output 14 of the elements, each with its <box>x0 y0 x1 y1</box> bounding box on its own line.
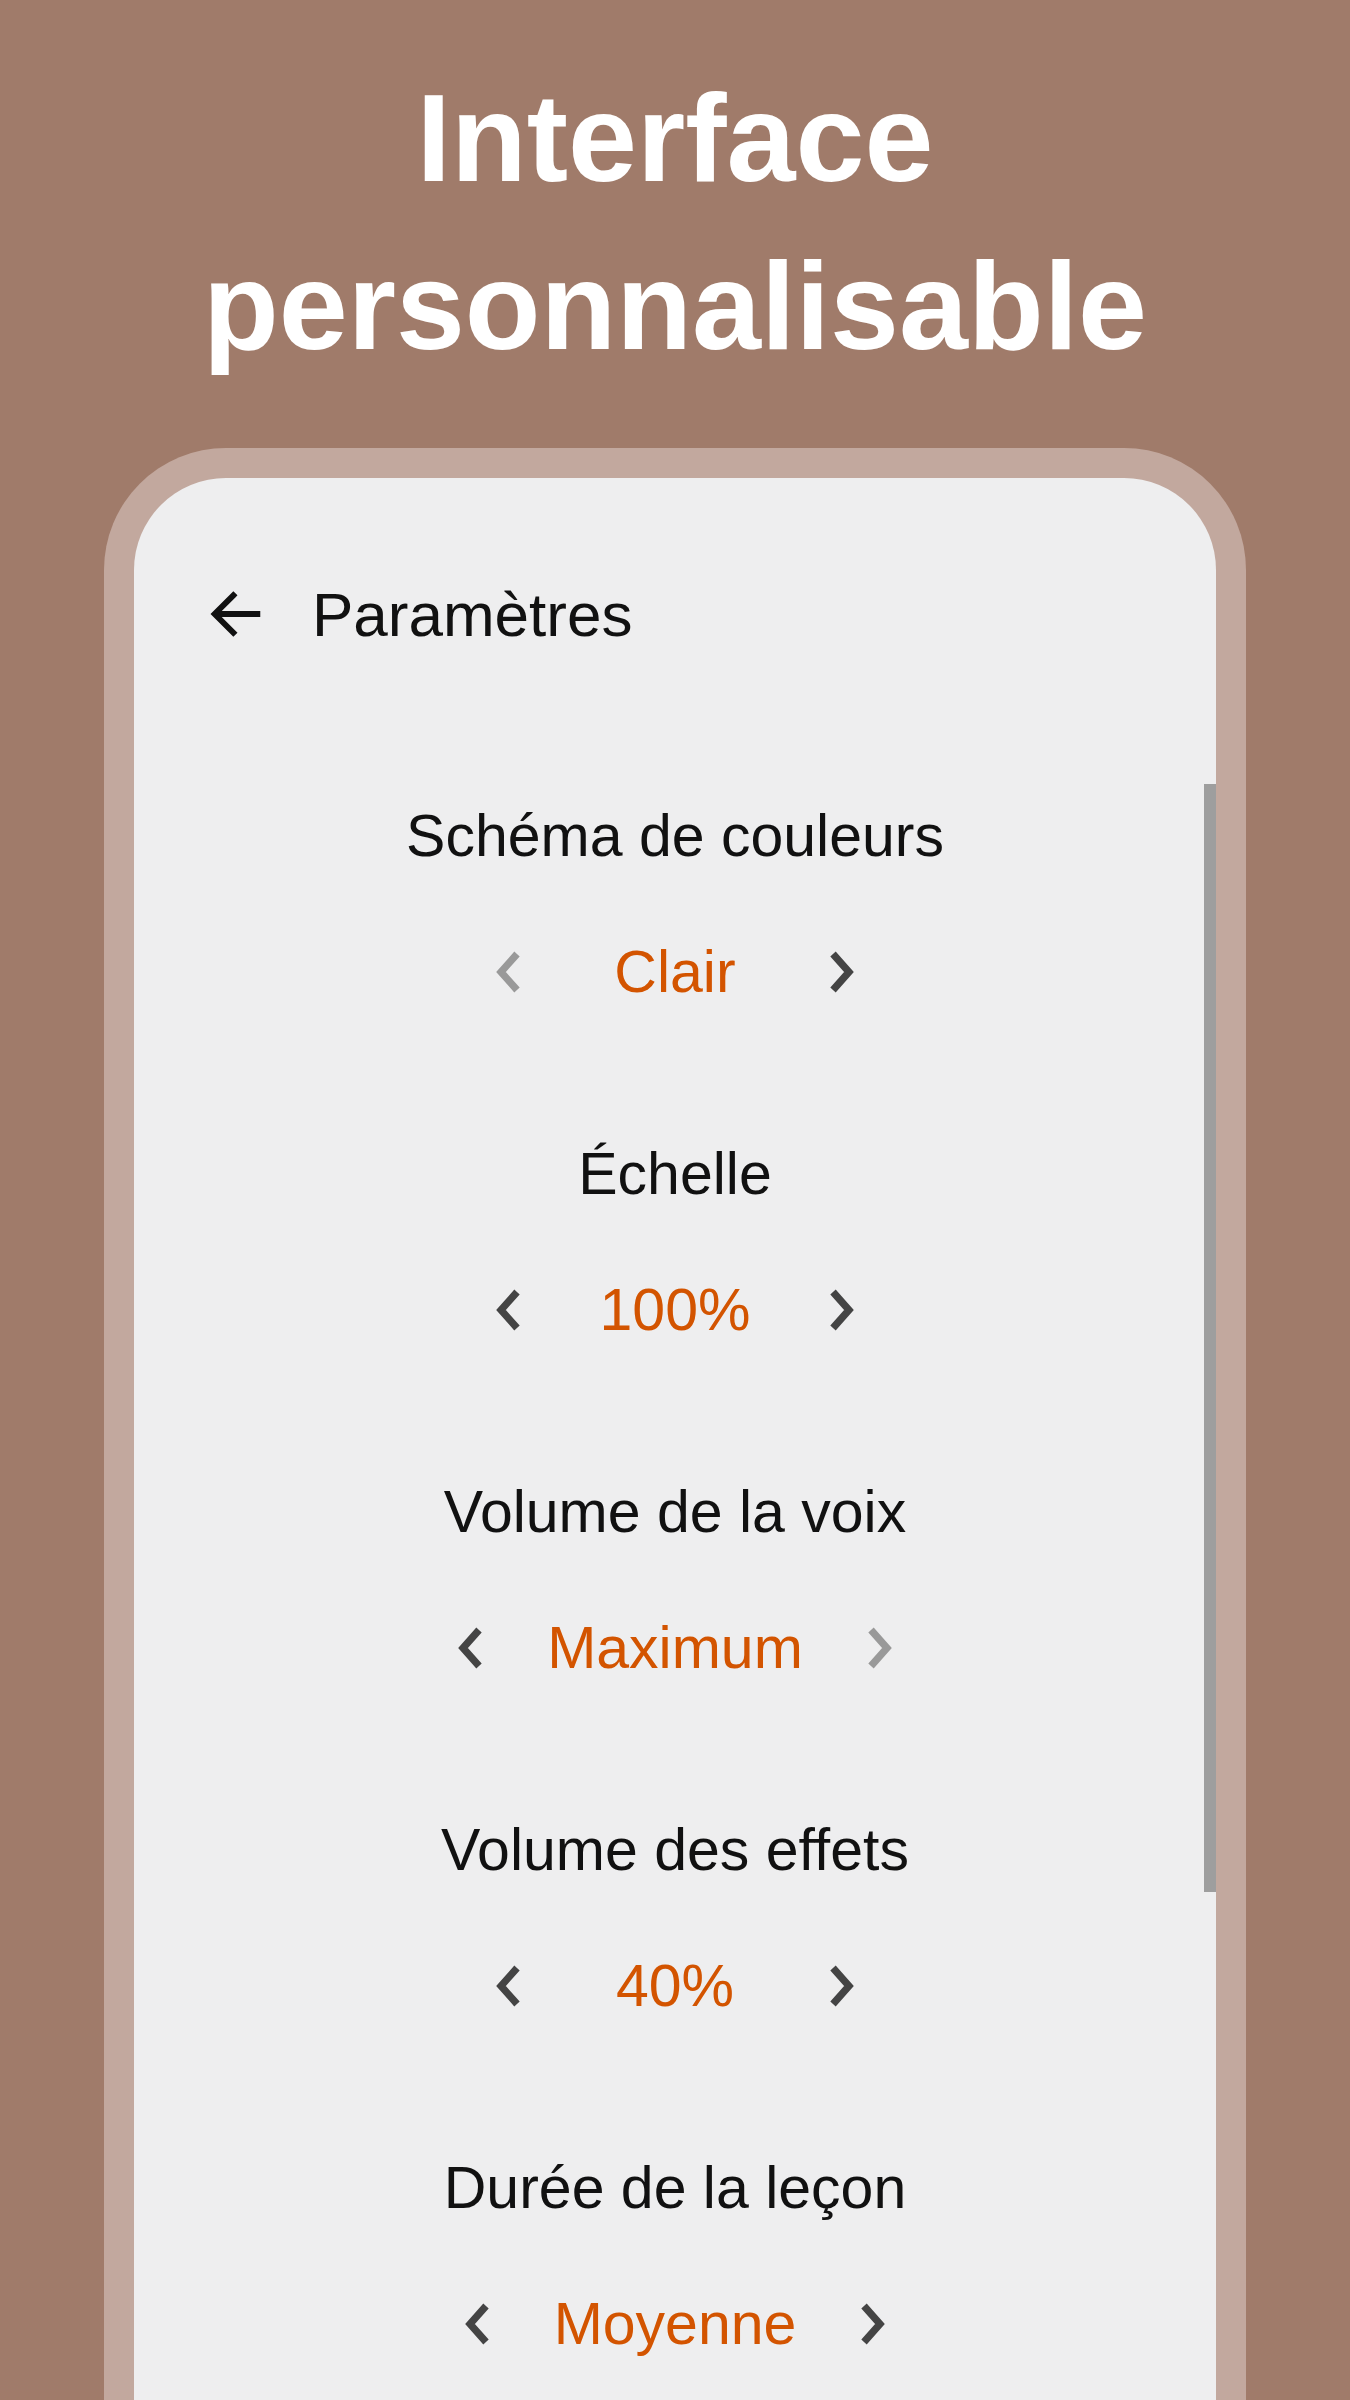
setting-label: Schéma de couleurs <box>406 802 944 871</box>
scrollbar[interactable] <box>1204 784 1216 1892</box>
setting-value: 40% <box>614 1952 736 2020</box>
setting-label: Durée de la leçon <box>443 2154 907 2223</box>
setting-value: Moyenne <box>553 2290 797 2358</box>
screen-title: Paramètres <box>312 578 633 650</box>
setting-label: Volume des effets <box>441 1816 909 1885</box>
setting-label: Volume de la voix <box>443 1478 907 1547</box>
setting-label: Échelle <box>578 1140 772 1209</box>
headline: Interface <box>416 68 934 209</box>
setting-value: 100% <box>598 1276 752 1344</box>
setting-value: Clair <box>613 938 737 1006</box>
setting-value: Maximum <box>547 1614 803 1682</box>
headline: personnalisable <box>202 236 1148 377</box>
